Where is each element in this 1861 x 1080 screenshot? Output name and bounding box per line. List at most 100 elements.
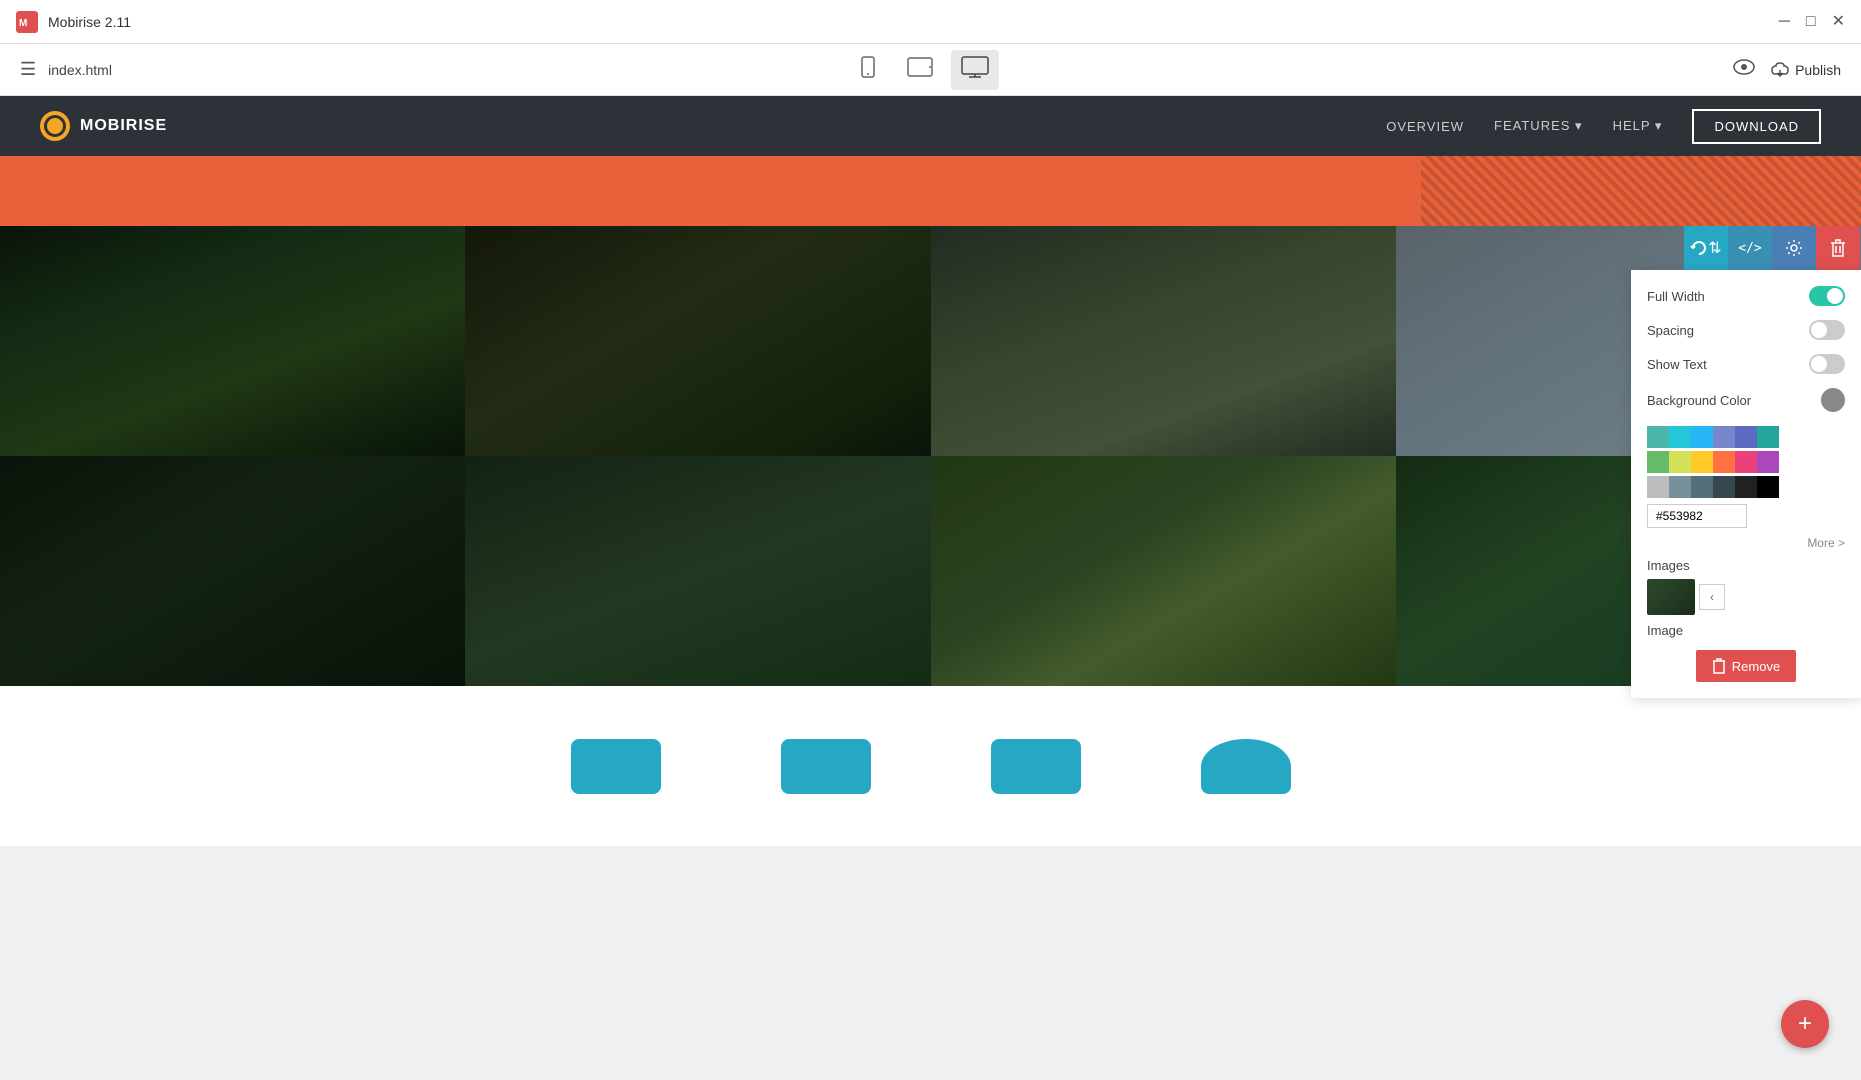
color-swatch-blue-grey-dark[interactable] xyxy=(1691,476,1713,498)
maximize-button[interactable]: □ xyxy=(1806,14,1816,30)
cloud-icon xyxy=(1771,62,1789,78)
app-title: Mobirise 2.11 xyxy=(48,14,131,30)
block-delete-button[interactable] xyxy=(1816,226,1860,270)
nav-features[interactable]: FEATURES ▾ xyxy=(1494,118,1583,134)
block-settings-button[interactable] xyxy=(1772,226,1816,270)
toolbar-left: ☰ index.html xyxy=(20,59,112,80)
publish-button[interactable]: Publish xyxy=(1771,62,1841,78)
settings-icon xyxy=(1785,239,1803,257)
bg-color-swatch[interactable] xyxy=(1821,388,1845,412)
color-grid xyxy=(1647,426,1845,498)
fab-button[interactable]: + xyxy=(1781,1000,1829,1048)
color-row-2 xyxy=(1647,451,1845,473)
desktop-device-button[interactable] xyxy=(951,50,999,90)
gallery-cell-5 xyxy=(0,456,465,686)
toolbar: ☰ index.html Publish xyxy=(0,44,1861,96)
close-button[interactable]: ✕ xyxy=(1832,14,1845,30)
forest-image-7 xyxy=(931,456,1396,686)
full-width-label: Full Width xyxy=(1647,289,1705,304)
icon-1 xyxy=(571,739,661,794)
app-logo-icon: M xyxy=(16,11,38,33)
forest-image-3 xyxy=(931,226,1396,456)
color-swatch-deep-orange[interactable] xyxy=(1713,451,1735,473)
color-row-1 xyxy=(1647,426,1845,448)
tablet-device-button[interactable] xyxy=(897,50,943,90)
block-code-button[interactable]: </> xyxy=(1728,226,1772,270)
color-swatch-lightblue[interactable] xyxy=(1691,426,1713,448)
brand-name: MOBIRISE xyxy=(80,117,167,135)
site-nav-links: OVERVIEW FEATURES ▾ HELP ▾ DOWNLOAD xyxy=(1386,109,1821,144)
color-swatch-purple[interactable] xyxy=(1757,451,1779,473)
teal-icon-4 xyxy=(1201,739,1291,794)
mobile-icon xyxy=(857,56,879,78)
color-swatch-blue-grey[interactable] xyxy=(1669,476,1691,498)
color-swatch-pink[interactable] xyxy=(1735,451,1757,473)
gallery-grid xyxy=(0,226,1861,686)
block-actions: ⇅ </> xyxy=(1684,226,1860,270)
remove-button[interactable]: Remove xyxy=(1696,650,1796,682)
color-hex-row xyxy=(1647,504,1845,528)
icon-4 xyxy=(1201,739,1291,794)
file-name: index.html xyxy=(48,62,112,78)
color-hex-input[interactable] xyxy=(1647,504,1747,528)
mobile-device-button[interactable] xyxy=(847,50,889,90)
desktop-icon xyxy=(961,56,989,78)
prev-arrow-button[interactable]: ‹ xyxy=(1699,584,1725,610)
more-link[interactable]: More > xyxy=(1647,536,1845,550)
image-label: Image xyxy=(1647,623,1845,638)
nav-help[interactable]: HELP ▾ xyxy=(1613,118,1663,134)
color-swatch-green[interactable] xyxy=(1647,451,1669,473)
color-swatch-indigo[interactable] xyxy=(1735,426,1757,448)
orange-section xyxy=(0,156,1861,226)
hamburger-button[interactable]: ☰ xyxy=(20,59,36,80)
toolbar-right: Publish xyxy=(1733,58,1841,81)
color-swatch-grey[interactable] xyxy=(1647,476,1669,498)
forest-image-6 xyxy=(465,456,930,686)
color-swatch-indigo-light[interactable] xyxy=(1713,426,1735,448)
teal-icon-3 xyxy=(991,739,1081,794)
device-switcher xyxy=(847,50,999,90)
color-swatch-amber[interactable] xyxy=(1691,451,1713,473)
image-thumb-1[interactable] xyxy=(1647,579,1695,615)
settings-panel: Full Width Spacing Show Text xyxy=(1631,270,1861,698)
teal-icon-1 xyxy=(571,739,661,794)
color-swatch-cyan[interactable] xyxy=(1669,426,1691,448)
title-bar-left: M Mobirise 2.11 xyxy=(16,11,131,33)
gallery-cell-7 xyxy=(931,456,1396,686)
bottom-section xyxy=(0,686,1861,846)
full-width-toggle[interactable] xyxy=(1809,286,1845,306)
preview-area: MOBIRISE OVERVIEW FEATURES ▾ HELP ▾ DOWN… xyxy=(0,96,1861,846)
remove-label: Remove xyxy=(1732,659,1780,674)
forest-image-2 xyxy=(465,226,930,456)
image-thumbnails: ‹ xyxy=(1647,579,1845,615)
icon-3 xyxy=(991,739,1081,794)
gallery-cell-1 xyxy=(0,226,465,456)
spacing-label: Spacing xyxy=(1647,323,1694,338)
show-text-label: Show Text xyxy=(1647,357,1707,372)
block-refresh-button[interactable]: ⇅ xyxy=(1684,226,1728,270)
settings-bg-color-row: Background Color xyxy=(1647,388,1845,412)
color-row-3 xyxy=(1647,476,1845,498)
gallery-section: ⇅ </> Full Width Spacing xyxy=(0,226,1861,686)
eye-icon xyxy=(1733,59,1755,75)
publish-label: Publish xyxy=(1795,62,1841,78)
nav-arrows: ‹ xyxy=(1699,584,1725,610)
spacing-toggle[interactable] xyxy=(1809,320,1845,340)
color-swatch-teal[interactable] xyxy=(1647,426,1669,448)
minimize-button[interactable]: ─ xyxy=(1779,14,1790,30)
color-swatch-near-black[interactable] xyxy=(1735,476,1757,498)
code-icon: </> xyxy=(1738,241,1761,256)
gallery-cell-6 xyxy=(465,456,930,686)
teal-icon-2 xyxy=(781,739,871,794)
color-swatch-teal-dark[interactable] xyxy=(1757,426,1779,448)
show-text-toggle[interactable] xyxy=(1809,354,1845,374)
bg-color-label: Background Color xyxy=(1647,393,1751,408)
nav-overview[interactable]: OVERVIEW xyxy=(1386,119,1464,134)
icon-2 xyxy=(781,739,871,794)
color-swatch-lime[interactable] xyxy=(1669,451,1691,473)
color-swatch-black[interactable] xyxy=(1757,476,1779,498)
color-swatch-dark-grey[interactable] xyxy=(1713,476,1735,498)
preview-button[interactable] xyxy=(1733,58,1755,81)
nav-download-button[interactable]: DOWNLOAD xyxy=(1692,109,1821,144)
settings-full-width-row: Full Width xyxy=(1647,286,1845,306)
